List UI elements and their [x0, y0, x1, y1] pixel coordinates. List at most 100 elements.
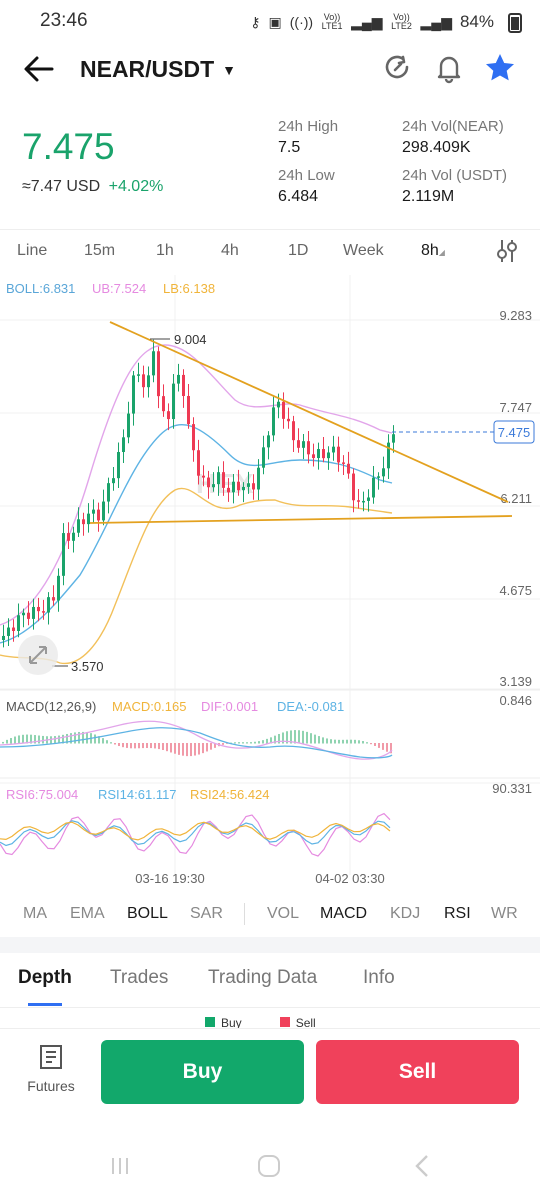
- candle-body: [227, 487, 230, 493]
- candle-body: [52, 597, 55, 601]
- dif-value: DIF:0.001: [201, 699, 258, 714]
- chart-grid: [0, 275, 540, 875]
- macd-bar: [378, 743, 380, 748]
- macd-bar: [142, 743, 144, 749]
- legend-buy: Buy: [205, 1016, 242, 1028]
- indicator-sar[interactable]: SAR: [190, 905, 223, 923]
- back-arrow-icon[interactable]: [22, 52, 56, 86]
- macd-bar: [114, 743, 116, 745]
- candle-body: [197, 450, 200, 476]
- indicator-wr[interactable]: WR: [491, 905, 518, 923]
- usd-price-line: ≈7.47 USD +4.02%: [22, 178, 163, 196]
- macd-bar: [38, 735, 40, 744]
- tab-trading-data[interactable]: Trading Data: [208, 967, 317, 989]
- price-change: +4.02%: [108, 178, 164, 195]
- rsi6-value: RSI6:75.004: [6, 787, 78, 802]
- candle-body: [97, 509, 100, 521]
- candle-body: [382, 468, 385, 477]
- macd-bar: [366, 742, 368, 744]
- rsi14-value: RSI14:61.117: [98, 787, 177, 802]
- macd-bar: [314, 734, 316, 744]
- candle-body: [242, 486, 245, 491]
- macd-bar: [102, 738, 104, 744]
- system-nav-bar: [0, 1140, 540, 1200]
- candle-body: [147, 375, 150, 388]
- indicator-rsi[interactable]: RSI: [444, 905, 471, 923]
- candle-body: [17, 615, 20, 631]
- indicator-vol[interactable]: VOL: [267, 905, 299, 923]
- back-nav-icon[interactable]: [410, 1153, 434, 1184]
- usd-value: ≈7.47 USD: [22, 178, 101, 195]
- candle-body: [232, 481, 235, 493]
- tab-week[interactable]: Week: [343, 242, 384, 260]
- futures-link[interactable]: Futures: [22, 1043, 80, 1094]
- indicator-boll[interactable]: BOLL: [127, 905, 168, 923]
- candle-body: [57, 575, 60, 601]
- indicator-macd[interactable]: MACD: [320, 905, 367, 923]
- vol-usdt-value: 2.119M: [402, 188, 455, 205]
- candle-body: [62, 533, 65, 576]
- action-footer: Futures Buy Sell: [0, 1028, 540, 1119]
- recent-apps-icon[interactable]: [108, 1154, 132, 1183]
- candle-body: [352, 473, 355, 501]
- y-label-5: 3.139: [499, 674, 532, 689]
- macd-bar: [122, 743, 124, 748]
- macd-bar: [206, 743, 208, 752]
- candle-body: [322, 449, 325, 459]
- indicator-bar: MA EMA BOLL SAR VOL MACD KDJ RSI WR: [0, 893, 540, 937]
- candle-body: [67, 533, 70, 541]
- candle-body: [27, 612, 30, 619]
- tab-trades[interactable]: Trades: [110, 967, 168, 989]
- candle-body: [92, 509, 95, 514]
- macd-bar: [222, 743, 224, 745]
- status-icons: ⚷ ▣ ((·)) Vo)) LTE1 ▂▄▆ Vo)) LTE2 ▂▄▆ 84…: [250, 12, 494, 32]
- futures-label: Futures: [27, 1078, 75, 1094]
- candle-body: [127, 413, 130, 438]
- macd-bar: [250, 742, 252, 744]
- macd-bar: [146, 743, 148, 748]
- buy-button[interactable]: Buy: [101, 1040, 304, 1104]
- candle-body: [107, 483, 110, 502]
- timeframe-tabs: Line 15m 1h 4h 1D Week 8h◢: [0, 229, 540, 274]
- tab-1h[interactable]: 1h: [156, 242, 174, 260]
- macd-bar: [130, 743, 132, 749]
- indicator-ema[interactable]: EMA: [70, 905, 105, 923]
- indicator-kdj[interactable]: KDJ: [390, 905, 420, 923]
- macd-bar: [310, 733, 312, 744]
- refresh-icon[interactable]: [382, 52, 414, 84]
- macd-bar: [6, 739, 8, 744]
- macd-bar: [242, 742, 244, 744]
- pair-selector[interactable]: NEAR/USDT ▼: [80, 56, 236, 83]
- candle-body: [72, 532, 75, 541]
- candle-body: [387, 442, 390, 469]
- tab-line[interactable]: Line: [17, 242, 47, 260]
- macd-bar: [14, 736, 16, 744]
- macd-bar: [110, 742, 112, 744]
- sell-button[interactable]: Sell: [316, 1040, 519, 1104]
- ub-label: UB:7.524: [92, 281, 146, 296]
- macd-bar: [150, 743, 152, 749]
- tab-depth[interactable]: Depth: [18, 967, 72, 989]
- tab-15m[interactable]: 15m: [84, 242, 115, 260]
- tab-info[interactable]: Info: [363, 967, 395, 989]
- macd-bar: [330, 739, 332, 744]
- rsi24-value: RSI24:56.424: [190, 787, 270, 802]
- expand-icon[interactable]: [18, 635, 58, 675]
- tab-8h[interactable]: 8h◢: [421, 242, 445, 260]
- candle-body: [22, 612, 25, 616]
- home-icon[interactable]: [256, 1153, 282, 1184]
- y-label-3: 6.211: [500, 491, 532, 506]
- macd-bar: [174, 743, 176, 754]
- candle-body: [77, 519, 80, 533]
- tab-4h[interactable]: 4h: [221, 242, 239, 260]
- candle-body: [222, 472, 225, 488]
- chart-settings-icon[interactable]: [494, 238, 520, 269]
- tab-1d[interactable]: 1D: [288, 242, 308, 260]
- macd-bar: [190, 743, 192, 757]
- bell-icon[interactable]: [433, 52, 465, 84]
- star-icon[interactable]: [484, 52, 516, 84]
- price-chart[interactable]: BOLL:6.831 UB:7.524 LB:6.138 9.283 7.747…: [0, 275, 540, 890]
- candle-body: [117, 452, 120, 479]
- indicator-ma[interactable]: MA: [23, 905, 47, 923]
- candle-body: [42, 611, 45, 613]
